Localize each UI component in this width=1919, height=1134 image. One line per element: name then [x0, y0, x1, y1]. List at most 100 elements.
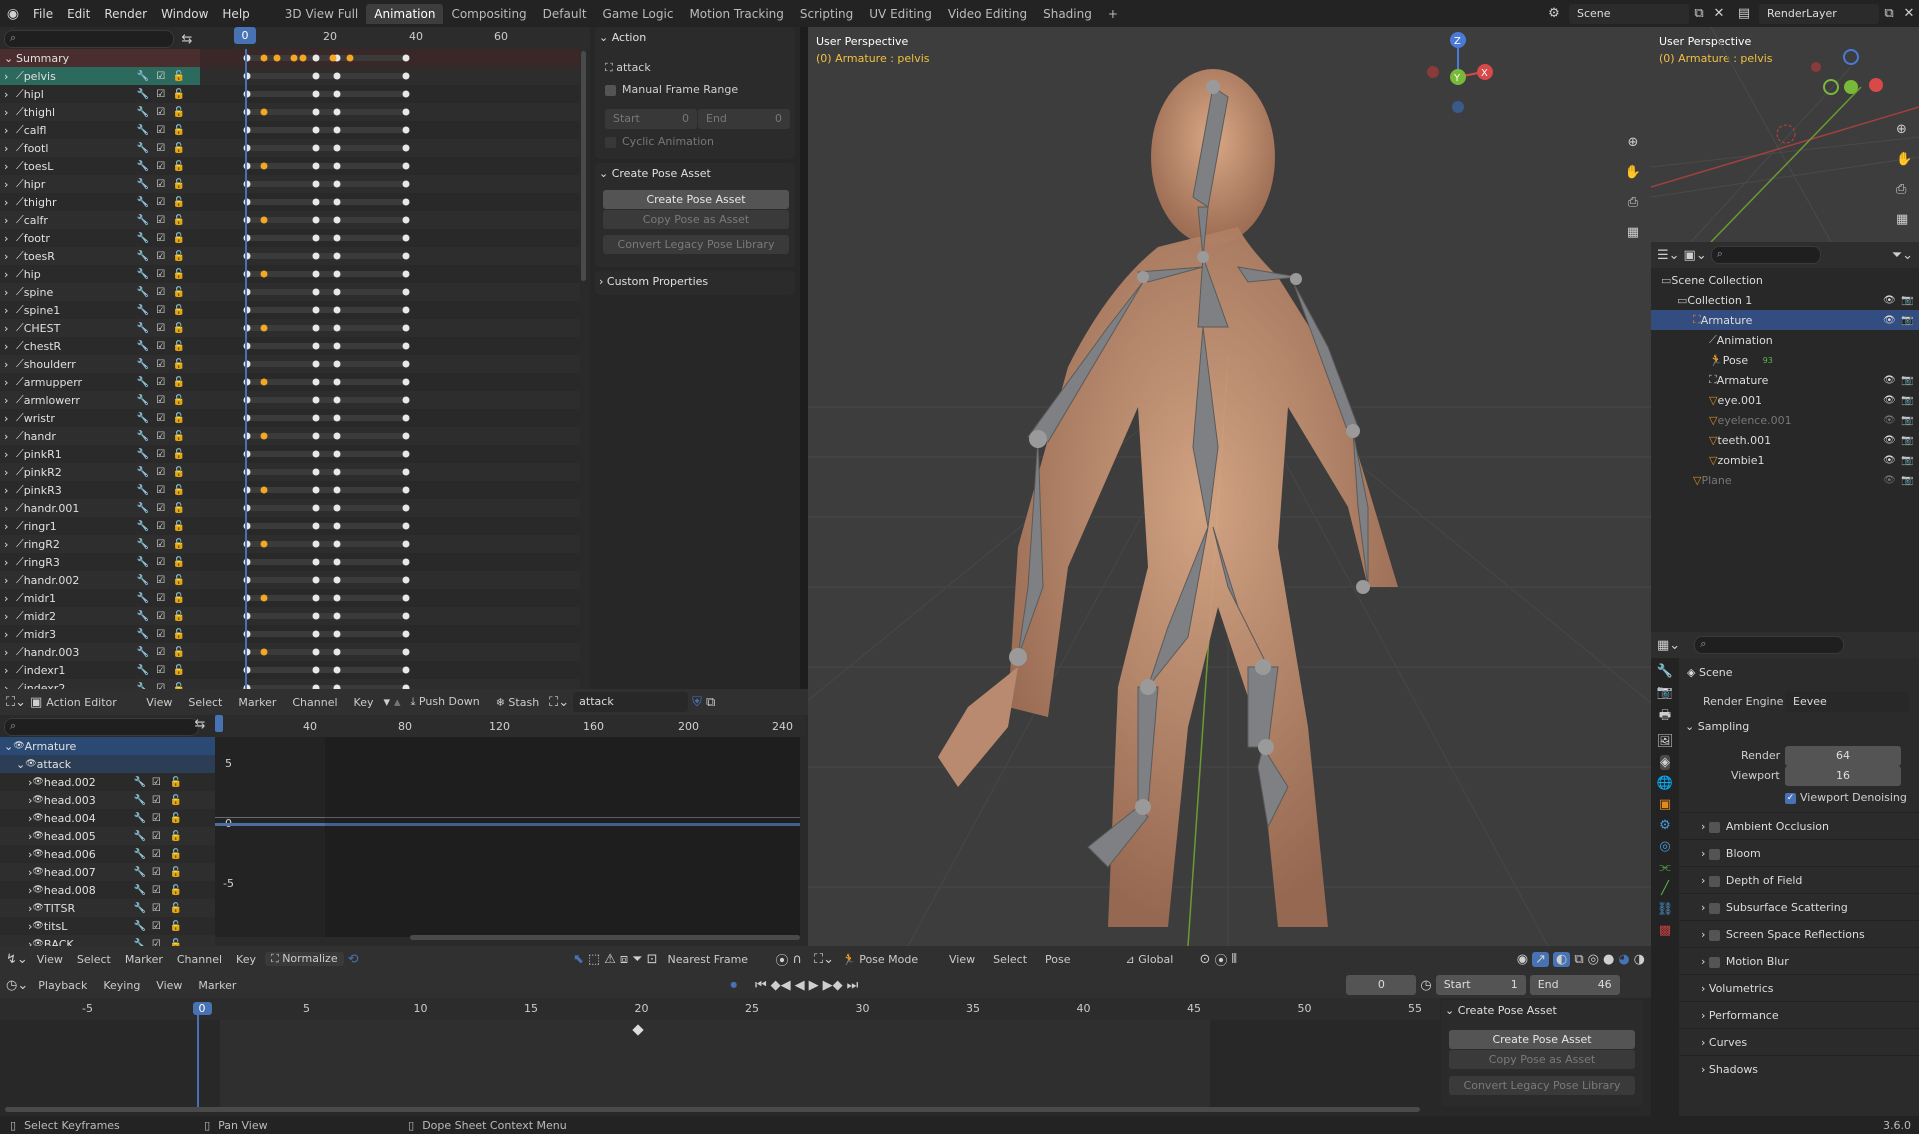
- keyframe[interactable]: [333, 558, 341, 566]
- graph-menu-channel[interactable]: Channel: [172, 953, 227, 966]
- timeline-copy-pose-button[interactable]: Copy Pose as Asset: [1449, 1050, 1635, 1069]
- keyframe[interactable]: [312, 630, 320, 638]
- visibility-icon[interactable]: ◉: [1517, 952, 1528, 967]
- checkbox-icon[interactable]: ☑: [152, 813, 170, 824]
- timeline-menu-keying[interactable]: Keying: [97, 979, 146, 992]
- eye-icon[interactable]: 👁: [13, 741, 24, 751]
- checkbox-icon[interactable]: ☑: [152, 89, 170, 100]
- wrench-icon[interactable]: 🔧: [134, 503, 152, 514]
- play-reverse-icon[interactable]: ◀: [795, 978, 805, 993]
- keyframe[interactable]: [333, 666, 341, 674]
- keyframe[interactable]: [402, 576, 410, 584]
- expand-arrow-icon[interactable]: ›: [4, 214, 16, 227]
- channel-row[interactable]: › ⟋ midr1 🔧 ☑ 🔓: [0, 589, 200, 607]
- keyframe[interactable]: [312, 144, 320, 152]
- keyframe[interactable]: [402, 630, 410, 638]
- tab-compositing[interactable]: Compositing: [443, 4, 534, 24]
- overlay-toggle-icon[interactable]: ◐: [1552, 951, 1571, 967]
- timeline-pose-panel-header[interactable]: ⌄ Create Pose Asset: [1441, 1000, 1643, 1022]
- lock-icon[interactable]: 🔓: [170, 251, 188, 262]
- wrench-icon[interactable]: 🔧: [134, 431, 152, 442]
- expand-arrow-icon[interactable]: ›: [4, 304, 16, 317]
- keyframe[interactable]: [333, 612, 341, 620]
- keyframe-selected[interactable]: [290, 54, 298, 62]
- wrench-icon[interactable]: 🔧: [134, 269, 152, 280]
- keyframe[interactable]: [333, 252, 341, 260]
- expand-arrow-icon[interactable]: ›: [4, 448, 16, 461]
- viewport-menu-select[interactable]: Select: [986, 953, 1034, 966]
- tab-animation[interactable]: Animation: [366, 3, 444, 24]
- custom-properties-panel[interactable]: › Custom Properties: [595, 271, 795, 295]
- graph-channel-row[interactable]: › 👁 head.003 🔧 ☑ 🔓: [0, 791, 215, 809]
- expand-arrow-icon[interactable]: ›: [4, 268, 16, 281]
- graph-menu-view[interactable]: View: [32, 953, 68, 966]
- channel-row[interactable]: › ⟋ ringR3 🔧 ☑ 🔓: [0, 553, 200, 571]
- output-tab-icon[interactable]: 🖶: [1659, 706, 1671, 728]
- keyframe[interactable]: [402, 432, 410, 440]
- lock-icon[interactable]: 🔓: [170, 665, 188, 676]
- checkbox-icon[interactable]: ☑: [152, 539, 170, 550]
- graph-menu-marker[interactable]: Marker: [120, 953, 168, 966]
- lock-icon[interactable]: 🔓: [170, 557, 188, 568]
- keyframe[interactable]: [333, 432, 341, 440]
- keyframe[interactable]: [312, 198, 320, 206]
- new-scene-icon[interactable]: ⧉: [1689, 6, 1709, 21]
- wrench-icon[interactable]: 🔧: [134, 323, 152, 334]
- keyframe[interactable]: [333, 288, 341, 296]
- action-menu-marker[interactable]: Marker: [232, 696, 282, 709]
- push-down-button[interactable]: ⤓ Push Down: [405, 695, 486, 709]
- checkbox-icon[interactable]: ☑: [152, 593, 170, 604]
- record-icon[interactable]: ⏺: [730, 978, 737, 993]
- checkbox-icon[interactable]: ☑: [152, 867, 170, 878]
- graph-channel-row[interactable]: › 👁 head.005 🔧 ☑ 🔓: [0, 827, 215, 845]
- lock-icon[interactable]: 🔓: [170, 377, 188, 388]
- keyframe[interactable]: [333, 162, 341, 170]
- keyframe[interactable]: [333, 270, 341, 278]
- keyframe[interactable]: [402, 270, 410, 278]
- expand-arrow-icon[interactable]: ›: [4, 682, 16, 690]
- action-menu-view[interactable]: View: [140, 696, 178, 709]
- create-pose-asset-button[interactable]: Create Pose Asset: [603, 190, 789, 209]
- keyframe[interactable]: [333, 468, 341, 476]
- keyframe-selected[interactable]: [329, 54, 337, 62]
- render-samples-field[interactable]: 64: [1785, 746, 1901, 766]
- viewport-editor-type-icon[interactable]: ⛶⌄: [814, 952, 834, 967]
- keyframe[interactable]: [402, 162, 410, 170]
- wrench-icon[interactable]: 🔧: [134, 831, 152, 842]
- lock-icon[interactable]: 🔓: [170, 233, 188, 244]
- eye-icon[interactable]: 👁: [32, 795, 43, 805]
- lock-icon[interactable]: 🔓: [170, 593, 188, 604]
- properties-editor-icon[interactable]: ▦⌄: [1657, 638, 1680, 653]
- curve-icon[interactable]: ∩: [792, 952, 802, 967]
- graph-channel-row[interactable]: › 👁 titsL 🔧 ☑ 🔓: [0, 917, 215, 935]
- expand-arrow-icon[interactable]: ›: [4, 178, 16, 191]
- graph-channel-row[interactable]: › 👁 head.004 🔧 ☑ 🔓: [0, 809, 215, 827]
- channel-row[interactable]: › ⟋ CHEST 🔧 ☑ 🔓: [0, 319, 200, 337]
- channel-row[interactable]: › ⟋ thighr 🔧 ☑ 🔓: [0, 193, 200, 211]
- tab-scripting[interactable]: Scripting: [792, 4, 861, 24]
- wrench-icon[interactable]: 🔧: [134, 251, 152, 262]
- swap-icon[interactable]: ⇆: [176, 29, 198, 49]
- wrench-icon[interactable]: 🔧: [134, 143, 152, 154]
- channel-row[interactable]: › ⟋ hipr 🔧 ☑ 🔓: [0, 175, 200, 193]
- properties-section[interactable]: › Shadows: [1679, 1055, 1919, 1082]
- graph-plot-area[interactable]: 5 0 -5: [215, 737, 800, 937]
- channel-row[interactable]: › ⟋ thighl 🔧 ☑ 🔓: [0, 103, 200, 121]
- wrench-icon[interactable]: 🔧: [134, 233, 152, 244]
- wrench-icon[interactable]: 🔧: [134, 215, 152, 226]
- render-engine-selector[interactable]: Eevee: [1785, 692, 1909, 712]
- properties-section[interactable]: › Ambient Occlusion: [1679, 812, 1919, 839]
- tab-game-logic[interactable]: Game Logic: [595, 4, 682, 24]
- keyframe-selected[interactable]: [299, 54, 307, 62]
- expand-arrow-icon[interactable]: ›: [4, 664, 16, 677]
- keyframe[interactable]: [402, 324, 410, 332]
- keyframe[interactable]: [312, 414, 320, 422]
- keyframe[interactable]: [312, 162, 320, 170]
- wrench-icon[interactable]: 🔧: [134, 867, 152, 878]
- channel-row[interactable]: › ⟋ toesR 🔧 ☑ 🔓: [0, 247, 200, 265]
- lock-icon[interactable]: 🔓: [170, 903, 188, 914]
- tab-motion-tracking[interactable]: Motion Tracking: [681, 4, 791, 24]
- graph-action-row[interactable]: ⌄ 👁 attack: [0, 755, 215, 773]
- checkbox-icon[interactable]: ☑: [152, 521, 170, 532]
- wrench-icon[interactable]: 🔧: [134, 629, 152, 640]
